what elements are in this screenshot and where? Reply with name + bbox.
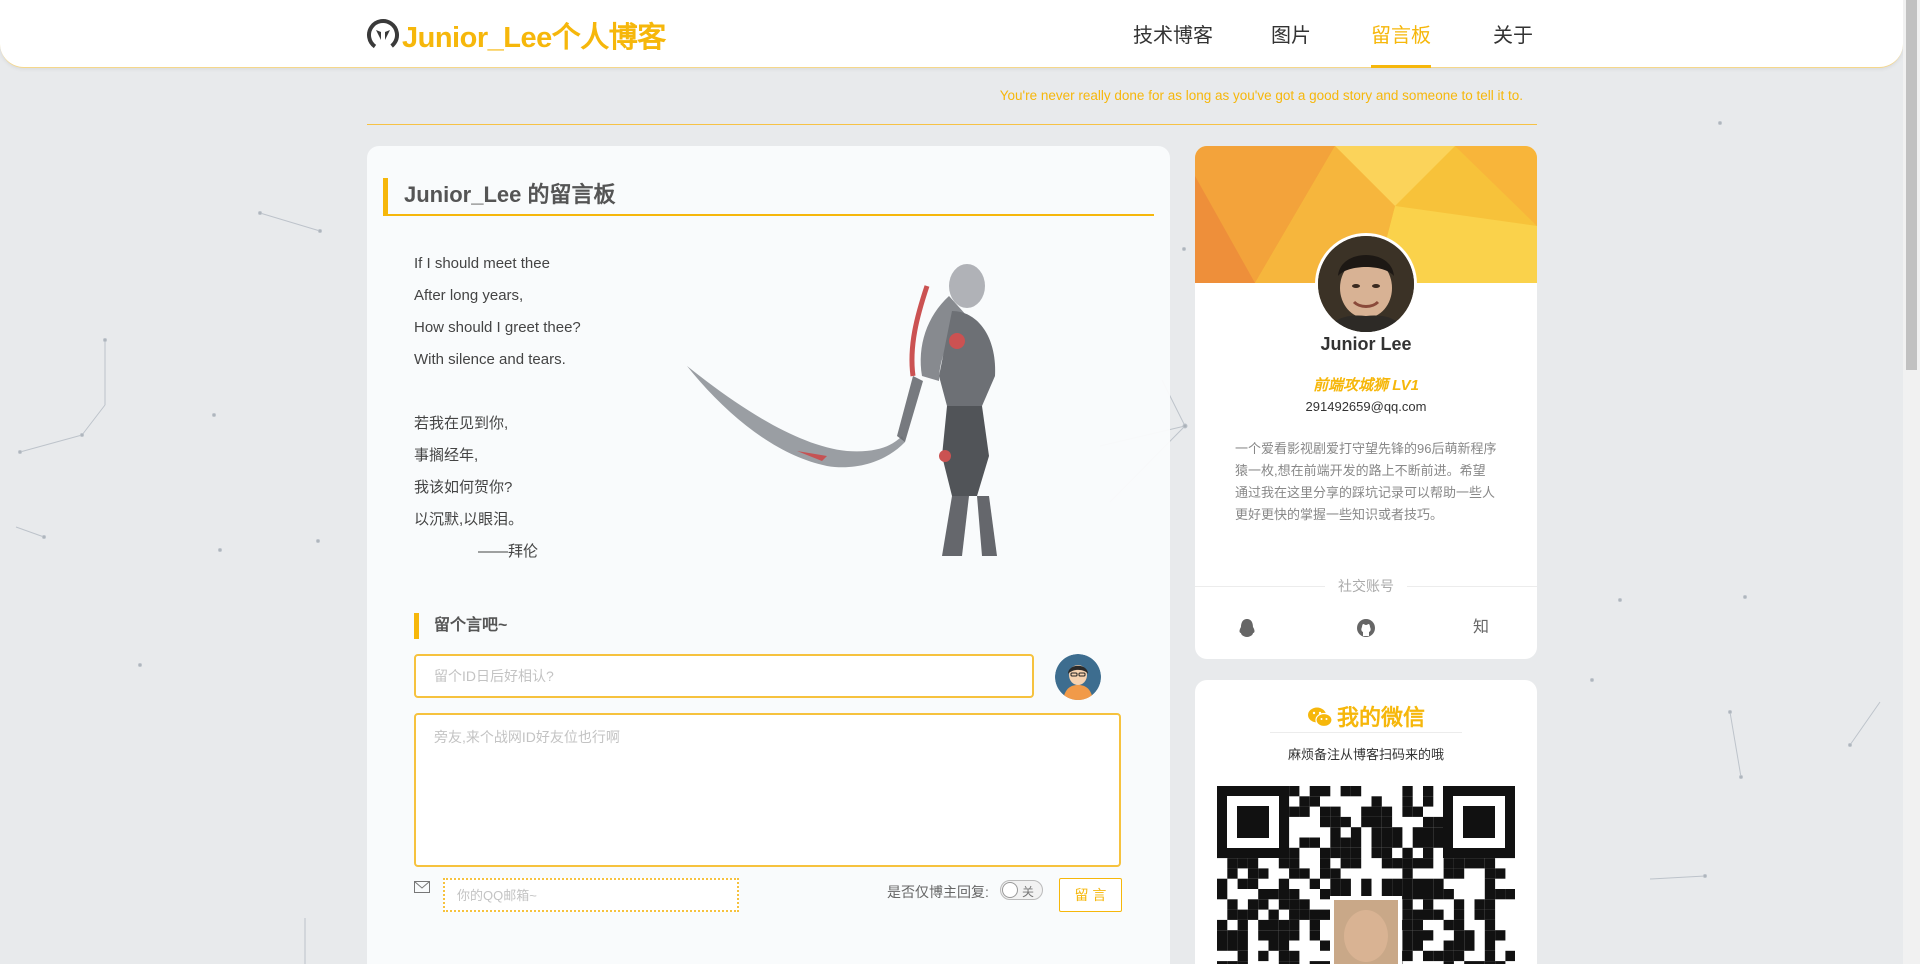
motto-text: You're never really done for as long as … — [999, 88, 1523, 103]
nav-tech-blog[interactable]: 技术博客 — [1133, 0, 1213, 68]
nav-pictures[interactable]: 图片 — [1271, 0, 1311, 68]
profile-name: Junior Lee — [1320, 334, 1412, 354]
nav-about[interactable]: 关于 — [1493, 0, 1533, 68]
poem-line: 以沉默,以眼泪。 — [414, 511, 524, 528]
profile-avatar-image — [1318, 236, 1414, 332]
wechat-note: 麻烦备注从博客扫码来的哦 — [1287, 747, 1444, 762]
social-accounts-title: 社交账号 — [1195, 576, 1537, 596]
wechat-title: 我的微信 — [1195, 700, 1537, 732]
social-links: 知 — [1195, 616, 1537, 640]
profile-card: Junior Lee 前端攻城狮 LV1 291492659@qq.com 一个… — [1195, 146, 1537, 659]
qq-icon[interactable] — [1235, 616, 1259, 640]
profile-email: 291492659@qq.com — [1305, 399, 1427, 414]
wechat-card: 我的微信 麻烦备注从博客扫码来的哦 — [1195, 680, 1537, 964]
reply-only-toggle[interactable]: 关 — [1000, 880, 1043, 900]
poem-line: 事搁经年, — [414, 447, 479, 464]
nav-message-board[interactable]: 留言板 — [1371, 0, 1431, 68]
overwatch-logo-icon — [367, 19, 399, 51]
message-textarea[interactable] — [414, 713, 1121, 867]
zhihu-icon[interactable]: 知 — [1469, 616, 1493, 640]
poem-line: After long years, — [414, 287, 524, 304]
main-nav: 技术博客 图片 留言板 关于 — [1120, 0, 1533, 68]
poem-line: 我该如何贺你? — [414, 479, 513, 496]
page-scrollbar[interactable] — [1903, 0, 1920, 964]
wechat-title-text: 我的微信 — [1336, 705, 1425, 730]
message-board-card: Junior_Lee 的留言板 If I should meet thee Af… — [367, 146, 1170, 964]
profile-avatar[interactable] — [1315, 233, 1417, 335]
poem-author: ——拜伦 — [478, 543, 539, 560]
brand-title: Junior_Lee个人博客 — [402, 22, 666, 54]
wechat-divider — [1270, 732, 1462, 733]
visitor-avatar-icon — [1055, 654, 1101, 700]
wechat-icon — [1307, 707, 1333, 728]
poem-line: If I should meet thee — [414, 255, 550, 272]
reply-only-label: 是否仅博主回复: — [887, 884, 989, 900]
poem-line: With silence and tears. — [414, 351, 566, 368]
top-navbar: Junior_Lee个人博客 技术博客 图片 留言板 关于 — [0, 0, 1903, 68]
github-icon[interactable] — [1354, 616, 1378, 640]
toggle-state-label: 关 — [1022, 885, 1035, 899]
brand[interactable]: Junior_Lee个人博客 — [366, 14, 666, 56]
poem-line: 若我在见到你, — [414, 415, 509, 432]
character-illustration — [687, 264, 997, 556]
board-title: Junior_Lee 的留言板 — [383, 178, 1154, 216]
toggle-knob — [1002, 882, 1018, 898]
poem-line: How should I greet thee? — [414, 319, 581, 336]
motto-divider — [367, 124, 1537, 125]
mail-icon — [414, 881, 430, 893]
scrollbar-thumb[interactable] — [1906, 0, 1917, 370]
email-input[interactable] — [443, 878, 739, 912]
leave-message-title: 留个言吧~ — [414, 613, 507, 639]
nickname-input[interactable] — [414, 654, 1034, 698]
profile-description: 一个爱看影视剧爱打守望先锋的96后萌新程序猿一枚,想在前端开发的路上不断前进。希… — [1235, 441, 1497, 522]
profile-level: 前端攻城狮 LV1 — [1313, 377, 1419, 394]
wechat-qr-code — [1217, 786, 1515, 964]
poem: If I should meet thee After long years, … — [414, 248, 581, 568]
submit-message-button[interactable]: 留 言 — [1059, 878, 1122, 912]
visitor-avatar — [1055, 654, 1101, 700]
